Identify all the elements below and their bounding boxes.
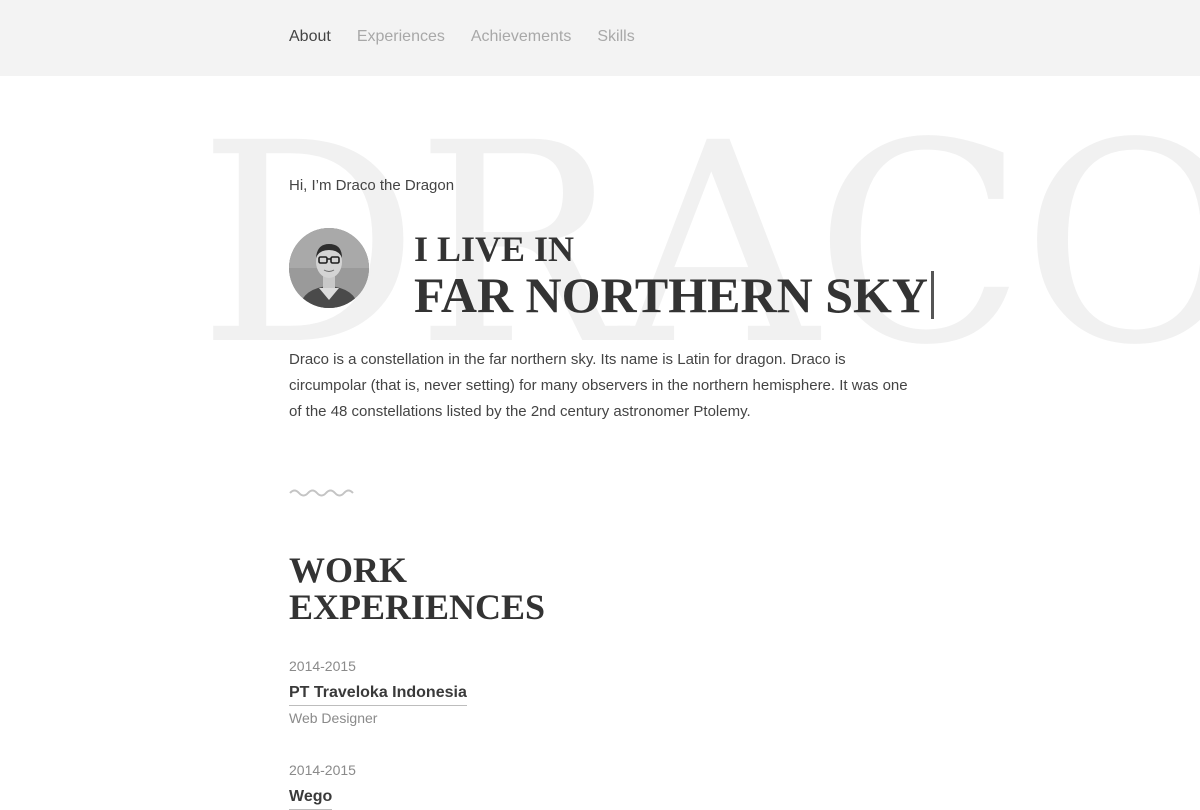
experience-years: 2014-2015 — [289, 658, 356, 674]
headline-line-2-text: FAR NORTHERN SKY — [414, 267, 929, 323]
wavy-divider-icon — [289, 489, 354, 497]
experience-item: 2014-2015 Wego — [289, 761, 356, 810]
nav-item-achievements[interactable]: Achievements — [471, 26, 572, 48]
nav-item-about[interactable]: About — [289, 26, 331, 48]
greeting-text: Hi, I’m Draco the Dragon — [289, 177, 455, 194]
avatar — [289, 228, 369, 308]
experience-company-link[interactable]: Wego — [289, 787, 333, 810]
top-navigation: About Experiences Achievements Skills — [0, 0, 1200, 76]
experience-item: 2014-2015 PT Traveloka Indonesia Web Des… — [289, 657, 467, 727]
headline-line-2: FAR NORTHERN SKY — [414, 267, 935, 323]
nav-item-experiences[interactable]: Experiences — [357, 26, 445, 48]
nav-list: About Experiences Achievements Skills — [289, 26, 661, 48]
section-title-line-2: EXPERIENCES — [289, 587, 546, 627]
experience-role: Web Designer — [289, 710, 378, 726]
avatar-portrait-icon — [289, 228, 369, 308]
experience-years: 2014-2015 — [289, 762, 356, 778]
experience-company-link[interactable]: PT Traveloka Indonesia — [289, 683, 467, 706]
nav-item-skills[interactable]: Skills — [597, 26, 634, 48]
section-title-line-1: WORK — [289, 550, 408, 590]
headline-line-1: I LIVE IN — [414, 229, 575, 269]
intro-paragraph: Draco is a constellation in the far nort… — [289, 351, 908, 420]
typing-cursor — [931, 271, 935, 319]
work-experiences-title: WORK EXPERIENCES — [289, 552, 545, 626]
hero-headline: I LIVE IN FAR NORTHERN SKY — [414, 229, 935, 323]
